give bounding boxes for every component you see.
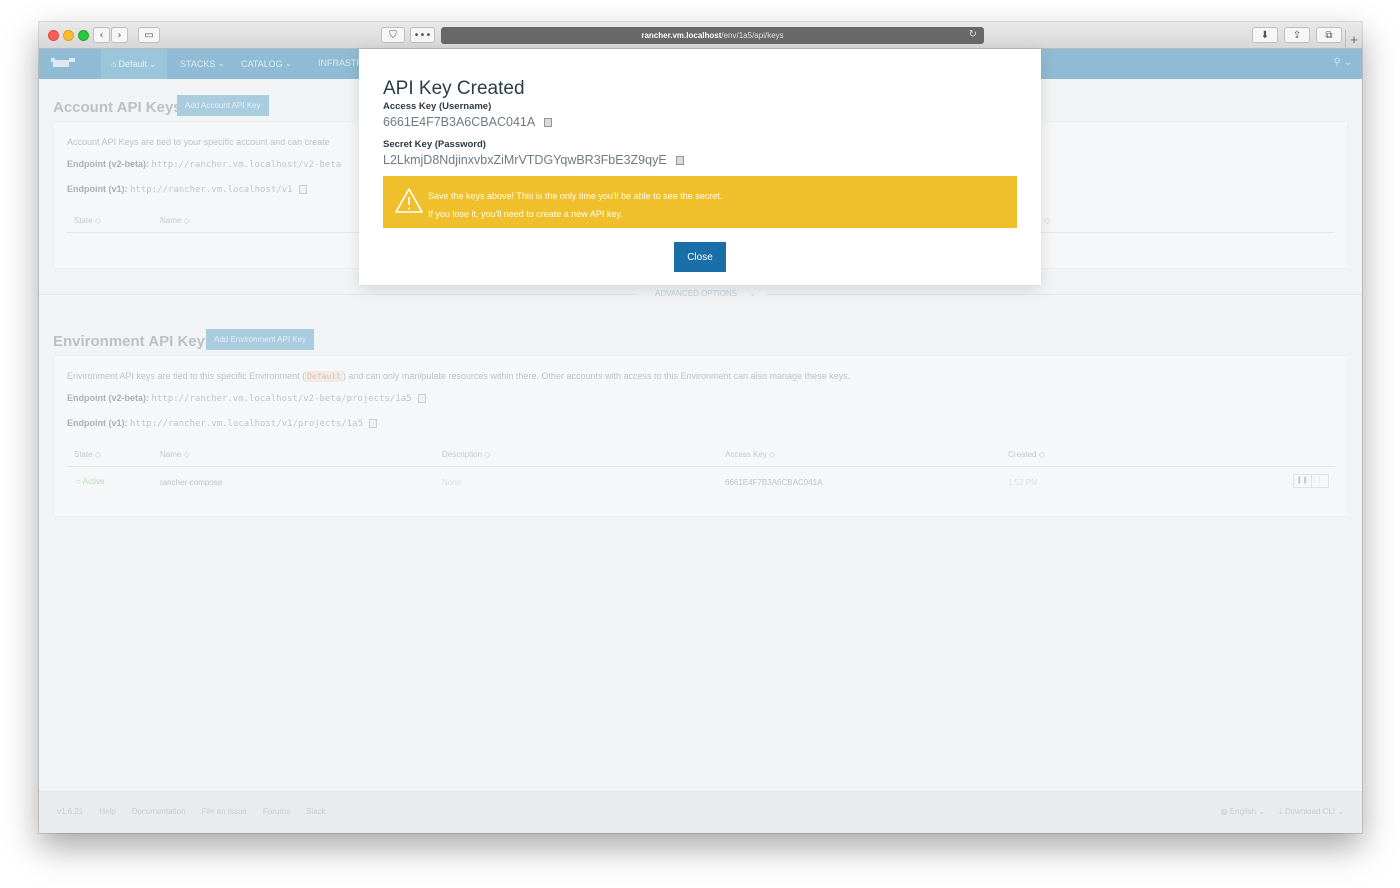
pause-icon[interactable]: ❚❚ bbox=[1294, 475, 1312, 487]
warning-banner: Save the keys above! This is the only ti… bbox=[383, 176, 1017, 228]
nav-catalog[interactable]: CATALOG ⌄ bbox=[241, 58, 292, 69]
secret-key-label: Secret Key (Password) bbox=[383, 139, 486, 150]
browser-window: ‹ › ▭ ⛉ ••• rancher.vm.localhost/env/1a5… bbox=[39, 22, 1362, 833]
warning-text: Save the keys above! This is the only ti… bbox=[428, 191, 723, 219]
environment-keys-panel: Environment API keys are tied to this sp… bbox=[53, 355, 1348, 517]
account-keys-description: Account API Keys are tied to your specif… bbox=[67, 137, 330, 147]
more-options-icon[interactable]: ⋮ bbox=[1312, 475, 1329, 487]
footer-link-forums[interactable]: Forums bbox=[263, 807, 290, 816]
tabs-icon[interactable]: ⧉ bbox=[1316, 27, 1342, 43]
copy-icon[interactable] bbox=[298, 185, 307, 195]
access-key-value: 6661E4F7B3A6CBAC041A bbox=[383, 115, 553, 129]
key-created: 1:52 PM bbox=[1008, 478, 1038, 487]
shield-icon[interactable]: ⛉ bbox=[381, 27, 405, 43]
copy-icon[interactable] bbox=[675, 156, 684, 166]
environment-switcher[interactable]: ⌂ Default ⌄ bbox=[101, 49, 167, 79]
divider bbox=[67, 466, 1335, 467]
modal-title: API Key Created bbox=[383, 78, 525, 99]
close-window-button[interactable] bbox=[48, 30, 59, 41]
rancher-app: ⌂ Default ⌄ STACKS ⌄ CATALOG ⌄ INFRASTR ⚲ … bbox=[39, 49, 1362, 833]
extensions-icon[interactable]: ••• bbox=[410, 27, 435, 43]
nav-infrastructure[interactable]: INFRASTR bbox=[318, 58, 363, 68]
access-key-label: Access Key (Username) bbox=[383, 101, 492, 112]
back-icon[interactable]: ‹ bbox=[93, 27, 110, 43]
key-description: None bbox=[442, 478, 462, 487]
secret-key-value: L2LkmjD8NdjinxvbxZiMrVTDGYqwBR3FbE3Z9qyE bbox=[383, 153, 684, 167]
chevron-down-icon: ⌄ bbox=[217, 58, 225, 68]
globe-icon: ◍ bbox=[1220, 807, 1228, 816]
close-button[interactable]: Close bbox=[674, 242, 726, 272]
minimize-window-button[interactable] bbox=[63, 30, 74, 41]
footer-link-help[interactable]: Help bbox=[99, 807, 115, 816]
reload-icon[interactable]: ↻ bbox=[969, 29, 977, 40]
env-col-access-key[interactable]: Access Key ◇ bbox=[725, 450, 775, 459]
footer: v1.6.21 Help Documentation File an Issue… bbox=[39, 791, 1362, 833]
version-label: v1.6.21 bbox=[57, 807, 84, 816]
browser-titlebar: ‹ › ▭ ⛉ ••• rancher.vm.localhost/env/1a5… bbox=[39, 22, 1362, 49]
rancher-logo[interactable] bbox=[51, 57, 75, 69]
env-col-created[interactable]: Created ◇ bbox=[1008, 450, 1045, 459]
chevron-down-icon: ⌄ bbox=[148, 58, 157, 69]
footer-link-file-issue[interactable]: File an Issue bbox=[202, 807, 247, 816]
account-keys-title: Account API Keys bbox=[53, 99, 182, 116]
new-tab-icon[interactable]: + bbox=[1345, 30, 1362, 48]
api-key-created-modal: API Key Created Access Key (Username) 66… bbox=[359, 49, 1041, 285]
environment-name: Default bbox=[118, 59, 147, 69]
env-col-state[interactable]: State ◇ bbox=[74, 450, 101, 459]
status-badge: ○ Active bbox=[76, 477, 105, 486]
url-host: rancher.vm.localhost bbox=[641, 31, 722, 40]
forward-icon[interactable]: › bbox=[111, 27, 128, 43]
address-bar[interactable]: rancher.vm.localhost/env/1a5/api/keys ↻ bbox=[441, 27, 984, 44]
footer-links: v1.6.21 Help Documentation File an Issue… bbox=[57, 807, 326, 816]
copy-icon[interactable] bbox=[417, 394, 426, 404]
environment-keys-title: Environment API Keys bbox=[53, 333, 214, 350]
key-name: rancher-compose bbox=[160, 478, 223, 487]
download-icon[interactable]: ⬇ bbox=[1252, 27, 1278, 43]
add-environment-key-button[interactable]: Add Environment API Key bbox=[206, 329, 315, 350]
copy-icon[interactable] bbox=[369, 419, 378, 429]
account-endpoint-v1: Endpoint (v1): http://rancher.vm.localho… bbox=[67, 184, 307, 195]
advanced-options-toggle[interactable]: ADVANCED OPTIONS ⌄ bbox=[39, 289, 1362, 298]
download-cli-button[interactable]: ⤓ Download CLI ⌄ bbox=[1279, 807, 1344, 817]
environment-keys-description: Environment API keys are tied to this sp… bbox=[67, 371, 851, 382]
share-icon[interactable]: ⇪ bbox=[1284, 27, 1310, 43]
url-path: /env/1a5/api/keys bbox=[721, 31, 784, 40]
copy-icon[interactable] bbox=[544, 118, 553, 128]
sidebar-icon[interactable]: ▭ bbox=[138, 27, 160, 43]
download-icon: ⤓ bbox=[1279, 807, 1283, 816]
user-menu-icon[interactable]: ⚲ ⌄ bbox=[1334, 57, 1352, 68]
add-account-key-button[interactable]: Add Account API Key bbox=[177, 95, 269, 116]
warning-icon bbox=[395, 188, 423, 213]
row-actions: ❚❚ ⋮ bbox=[1293, 474, 1329, 488]
home-icon: ⌂ bbox=[111, 59, 117, 69]
chevron-down-icon: ⌄ bbox=[284, 58, 293, 68]
account-col-name[interactable]: Name ◇ bbox=[160, 216, 190, 225]
footer-link-documentation[interactable]: Documentation bbox=[132, 807, 186, 816]
env-col-description[interactable]: Description ◇ bbox=[442, 450, 490, 459]
env-col-name[interactable]: Name ◇ bbox=[160, 450, 190, 459]
nav-stacks[interactable]: STACKS ⌄ bbox=[180, 58, 225, 69]
environment-endpoint-v2: Endpoint (v2-beta): http://rancher.vm.lo… bbox=[67, 393, 426, 404]
footer-link-slack[interactable]: Slack bbox=[306, 807, 326, 816]
key-access-key: 6661E4F7B3A6CBAC041A bbox=[725, 478, 823, 487]
account-endpoint-v2: Endpoint (v2-beta): http://rancher.vm.lo… bbox=[67, 159, 342, 170]
sort-icon[interactable]: ◇ bbox=[1044, 216, 1050, 225]
environment-endpoint-v1: Endpoint (v1): http://rancher.vm.localho… bbox=[67, 418, 378, 429]
account-col-state[interactable]: State ◇ bbox=[74, 216, 101, 225]
footer-right: ◍ English ⌄ ⤓ Download CLI ⌄ bbox=[1221, 807, 1344, 817]
zoom-window-button[interactable] bbox=[78, 30, 89, 41]
language-selector[interactable]: ◍ English ⌄ bbox=[1221, 807, 1265, 817]
